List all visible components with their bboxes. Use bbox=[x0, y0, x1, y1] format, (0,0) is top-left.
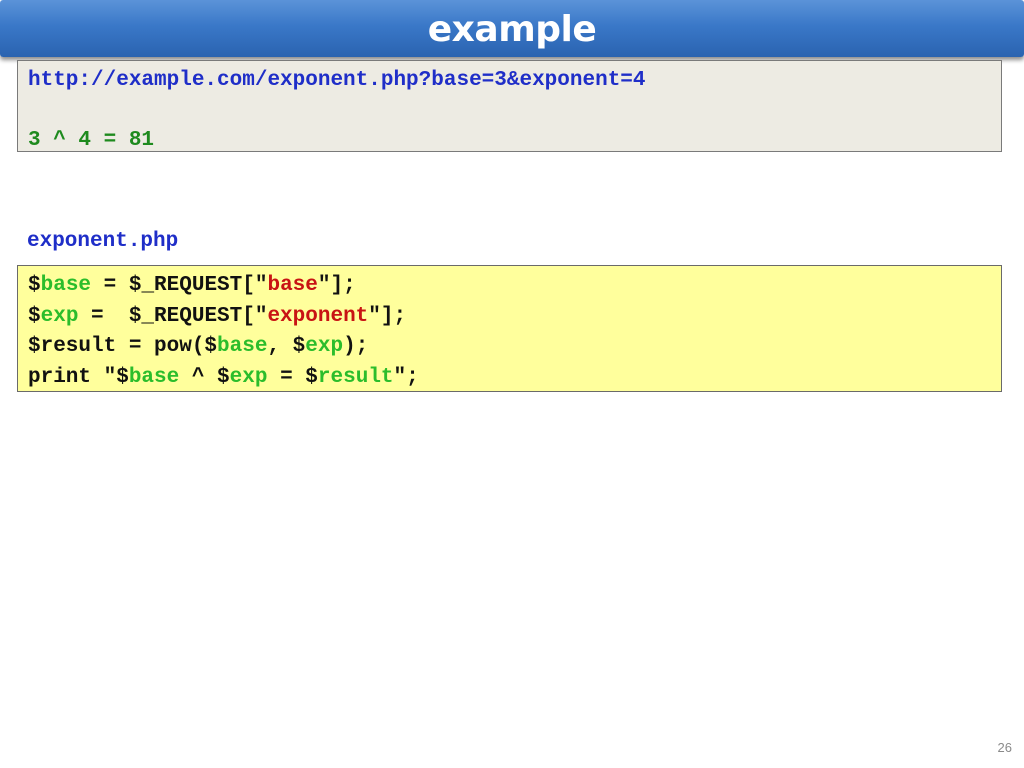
code-token: $ bbox=[28, 274, 41, 297]
code-token: ^ $ bbox=[179, 366, 230, 389]
code-token: = $ bbox=[267, 366, 318, 389]
page-number: 26 bbox=[997, 740, 1012, 755]
code-string: exponent bbox=[267, 305, 369, 328]
code-token: "]; bbox=[368, 305, 407, 328]
code-line-2: $exp = $_REQUEST["exponent"]; bbox=[28, 305, 406, 328]
request-url: http://example.com/exponent.php?base=3&e… bbox=[28, 69, 646, 92]
code-variable: base bbox=[40, 274, 92, 297]
code-variable: exp bbox=[40, 305, 79, 328]
code-line-1: $base = $_REQUEST["base"]; bbox=[28, 274, 356, 297]
code-variable: result bbox=[317, 366, 394, 389]
slide: example http://example.com/exponent.php?… bbox=[0, 0, 1024, 768]
code-token: $result = pow($ bbox=[28, 335, 218, 358]
code-variable: base bbox=[217, 335, 268, 358]
code-variable: exp bbox=[305, 335, 344, 358]
code-token: , $ bbox=[267, 335, 306, 358]
code-token: $ bbox=[28, 305, 41, 328]
code-string: base bbox=[267, 274, 318, 297]
code-token: = $_REQUEST[" bbox=[78, 305, 268, 328]
code-block: $base = $_REQUEST["base"]; $exp = $_REQU… bbox=[17, 265, 1002, 392]
code-token: "; bbox=[393, 366, 419, 389]
output-result: 3 ^ 4 = 81 bbox=[28, 129, 155, 152]
code-variable: exp bbox=[229, 366, 268, 389]
code-token: ); bbox=[343, 335, 369, 358]
file-name-label: exponent.php bbox=[27, 230, 179, 253]
code-line-3: $result = pow($base, $exp); bbox=[28, 335, 368, 358]
code-line-4: print "$base ^ $exp = $result"; bbox=[28, 366, 419, 389]
code-variable: base bbox=[128, 366, 180, 389]
code-token: = $_REQUEST[" bbox=[91, 274, 268, 297]
code-token: "]; bbox=[317, 274, 356, 297]
output-box: http://example.com/exponent.php?base=3&e… bbox=[17, 60, 1002, 152]
code-token: print "$ bbox=[28, 366, 129, 389]
slide-title: example bbox=[427, 9, 597, 50]
